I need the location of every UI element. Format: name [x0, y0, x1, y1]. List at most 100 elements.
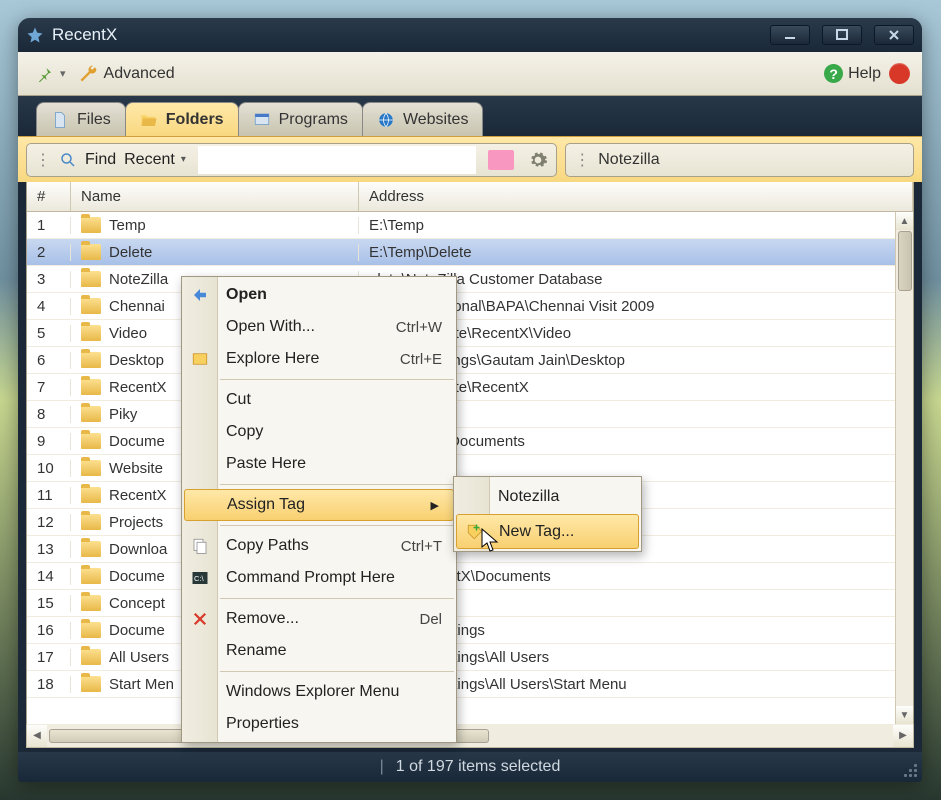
table-row[interactable]: 17All Usersents and Settings\All Users [27, 644, 913, 671]
table-row[interactable]: 4Chennaiuments\Personal\BAPA\Chennai Vis… [27, 293, 913, 320]
table-row[interactable]: 16Documeents and Settings [27, 617, 913, 644]
menu-shortcut: Ctrl+T [401, 538, 442, 555]
menu-item-paste-here[interactable]: Paste Here [182, 448, 456, 480]
scroll-thumb[interactable] [898, 231, 912, 291]
copy-icon [190, 536, 210, 556]
row-number: 2 [27, 244, 71, 261]
newtag-icon [465, 522, 485, 542]
status-text: 1 of 197 items selected [396, 758, 561, 776]
tab-files[interactable]: Files [36, 102, 126, 136]
scroll-down-button[interactable]: ▼ [896, 706, 913, 724]
tab-websites[interactable]: Websites [362, 102, 484, 136]
menu-label: Rename [226, 642, 286, 660]
scroll-right-button[interactable]: ▶ [893, 725, 913, 747]
column-name[interactable]: Name [71, 182, 359, 211]
menu-item-cmd-here[interactable]: C:\Command Prompt Here [182, 562, 456, 594]
pin-button[interactable]: ▾ [30, 62, 72, 86]
folder-icon [81, 676, 101, 692]
menu-item-explorer-menu[interactable]: Windows Explorer Menu [182, 676, 456, 708]
menu-item-properties[interactable]: Properties [182, 708, 456, 740]
row-name-cell: Temp [71, 217, 359, 234]
menu-shortcut: Ctrl+E [400, 351, 442, 368]
tab-programs[interactable]: Programs [238, 102, 363, 136]
menu-item-copy-paths[interactable]: Copy Paths Ctrl+T [182, 530, 456, 562]
row-number: 11 [27, 487, 71, 504]
column-address[interactable]: Address [359, 182, 913, 211]
maximize-button[interactable] [822, 25, 862, 45]
menu-label: Remove... [226, 610, 299, 628]
row-address-cell: E:\Temp [359, 217, 913, 234]
tab-label: Websites [403, 111, 469, 129]
menu-label: Open With... [226, 318, 315, 336]
gear-icon[interactable] [528, 150, 548, 170]
row-number: 10 [27, 460, 71, 477]
table-row[interactable]: 9Documecworld\Piky\Documents [27, 428, 913, 455]
app-window: RecentX ▾ Advanced ? Help Files Folders Pr… [18, 18, 922, 782]
menu-label: New Tag... [499, 523, 574, 541]
tab-folders[interactable]: Folders [125, 102, 239, 136]
program-icon [253, 111, 271, 129]
menu-shortcut: Ctrl+W [396, 319, 442, 336]
menu-label: Command Prompt Here [226, 569, 395, 587]
row-number: 14 [27, 568, 71, 585]
row-number: 13 [27, 541, 71, 558]
horizontal-scrollbar[interactable]: ◀ ⋮⋮⋮ ▶ [26, 724, 914, 748]
advanced-button[interactable]: Advanced [72, 61, 181, 87]
explore-icon [190, 349, 210, 369]
folder-icon [81, 541, 101, 557]
tab-label: Files [77, 111, 111, 129]
stop-button[interactable] [889, 63, 910, 84]
menu-item-open-with[interactable]: Open With... Ctrl+W [182, 311, 456, 343]
menu-item-open[interactable]: Open [182, 279, 456, 311]
tab-label: Folders [166, 111, 224, 129]
close-button[interactable] [874, 25, 914, 45]
table-row[interactable]: 3NoteZillaelete\NoteZilla Customer Datab… [27, 266, 913, 293]
row-number: 16 [27, 622, 71, 639]
file-icon [51, 111, 69, 129]
scroll-up-button[interactable]: ▲ [896, 212, 913, 230]
titlebar[interactable]: RecentX [18, 18, 922, 52]
row-number: 6 [27, 352, 71, 369]
menu-label: Explore Here [226, 350, 319, 368]
menu-item-copy[interactable]: Copy [182, 416, 456, 448]
row-number: 18 [27, 676, 71, 693]
open-icon [190, 285, 210, 305]
scroll-left-button[interactable]: ◀ [27, 725, 47, 747]
tag-filter-label[interactable]: Notezilla [598, 151, 659, 169]
table-row[interactable]: 2DeleteE:\Temp\Delete [27, 239, 913, 266]
row-address-cell: E:\Temp\Delete [359, 244, 913, 261]
submenu-item-tag-notezilla[interactable]: Notezilla [454, 479, 641, 514]
table-row[interactable]: 8Pikytworld\Piky [27, 401, 913, 428]
menu-label: Copy Paths [226, 537, 309, 555]
row-name-cell: Delete [71, 244, 359, 261]
toolbar: ▾ Advanced ? Help [18, 52, 922, 96]
clear-button[interactable] [488, 150, 514, 170]
menu-item-explore-here[interactable]: Explore Here Ctrl+E [182, 343, 456, 375]
table-row[interactable]: 18Start Menents and Settings\All Users\S… [27, 671, 913, 698]
table-row[interactable]: 6Desktopnts and Settings\Gautam Jain\Des… [27, 347, 913, 374]
menu-item-rename[interactable]: Rename [182, 635, 456, 667]
menu-label: Cut [226, 391, 251, 409]
folder-icon [81, 325, 101, 341]
resize-grip[interactable] [900, 760, 918, 778]
folder-icon [81, 460, 101, 476]
recent-dropdown[interactable]: Recent▾ [124, 151, 186, 169]
find-button[interactable]: Find [85, 151, 116, 169]
table-row[interactable]: 5Videotworld\Website\RecentX\Video [27, 320, 913, 347]
help-button[interactable]: ? Help [824, 64, 881, 83]
table-row[interactable]: 1TempE:\Temp [27, 212, 913, 239]
search-input[interactable] [198, 146, 476, 174]
menu-item-cut[interactable]: Cut [182, 384, 456, 416]
folder-icon [81, 352, 101, 368]
vertical-scrollbar[interactable]: ▲ ▼ [895, 212, 913, 724]
table-row[interactable]: 7RecentXtworld\Website\RecentX [27, 374, 913, 401]
filterbar: ⋮ Find Recent▾ ⋮ Notezilla [18, 136, 922, 182]
minimize-button[interactable] [770, 25, 810, 45]
tabbar: Files Folders Programs Websites [18, 96, 922, 136]
table-row[interactable]: 14Documetworld\RecentX\Documents [27, 563, 913, 590]
submenu-item-new-tag[interactable]: New Tag... [456, 514, 639, 549]
table-row[interactable]: 15Concepttworld [27, 590, 913, 617]
menu-item-remove[interactable]: Remove...Del [182, 603, 456, 635]
column-number[interactable]: # [27, 182, 71, 211]
menu-item-assign-tag[interactable]: Assign Tag▶ [184, 489, 454, 521]
